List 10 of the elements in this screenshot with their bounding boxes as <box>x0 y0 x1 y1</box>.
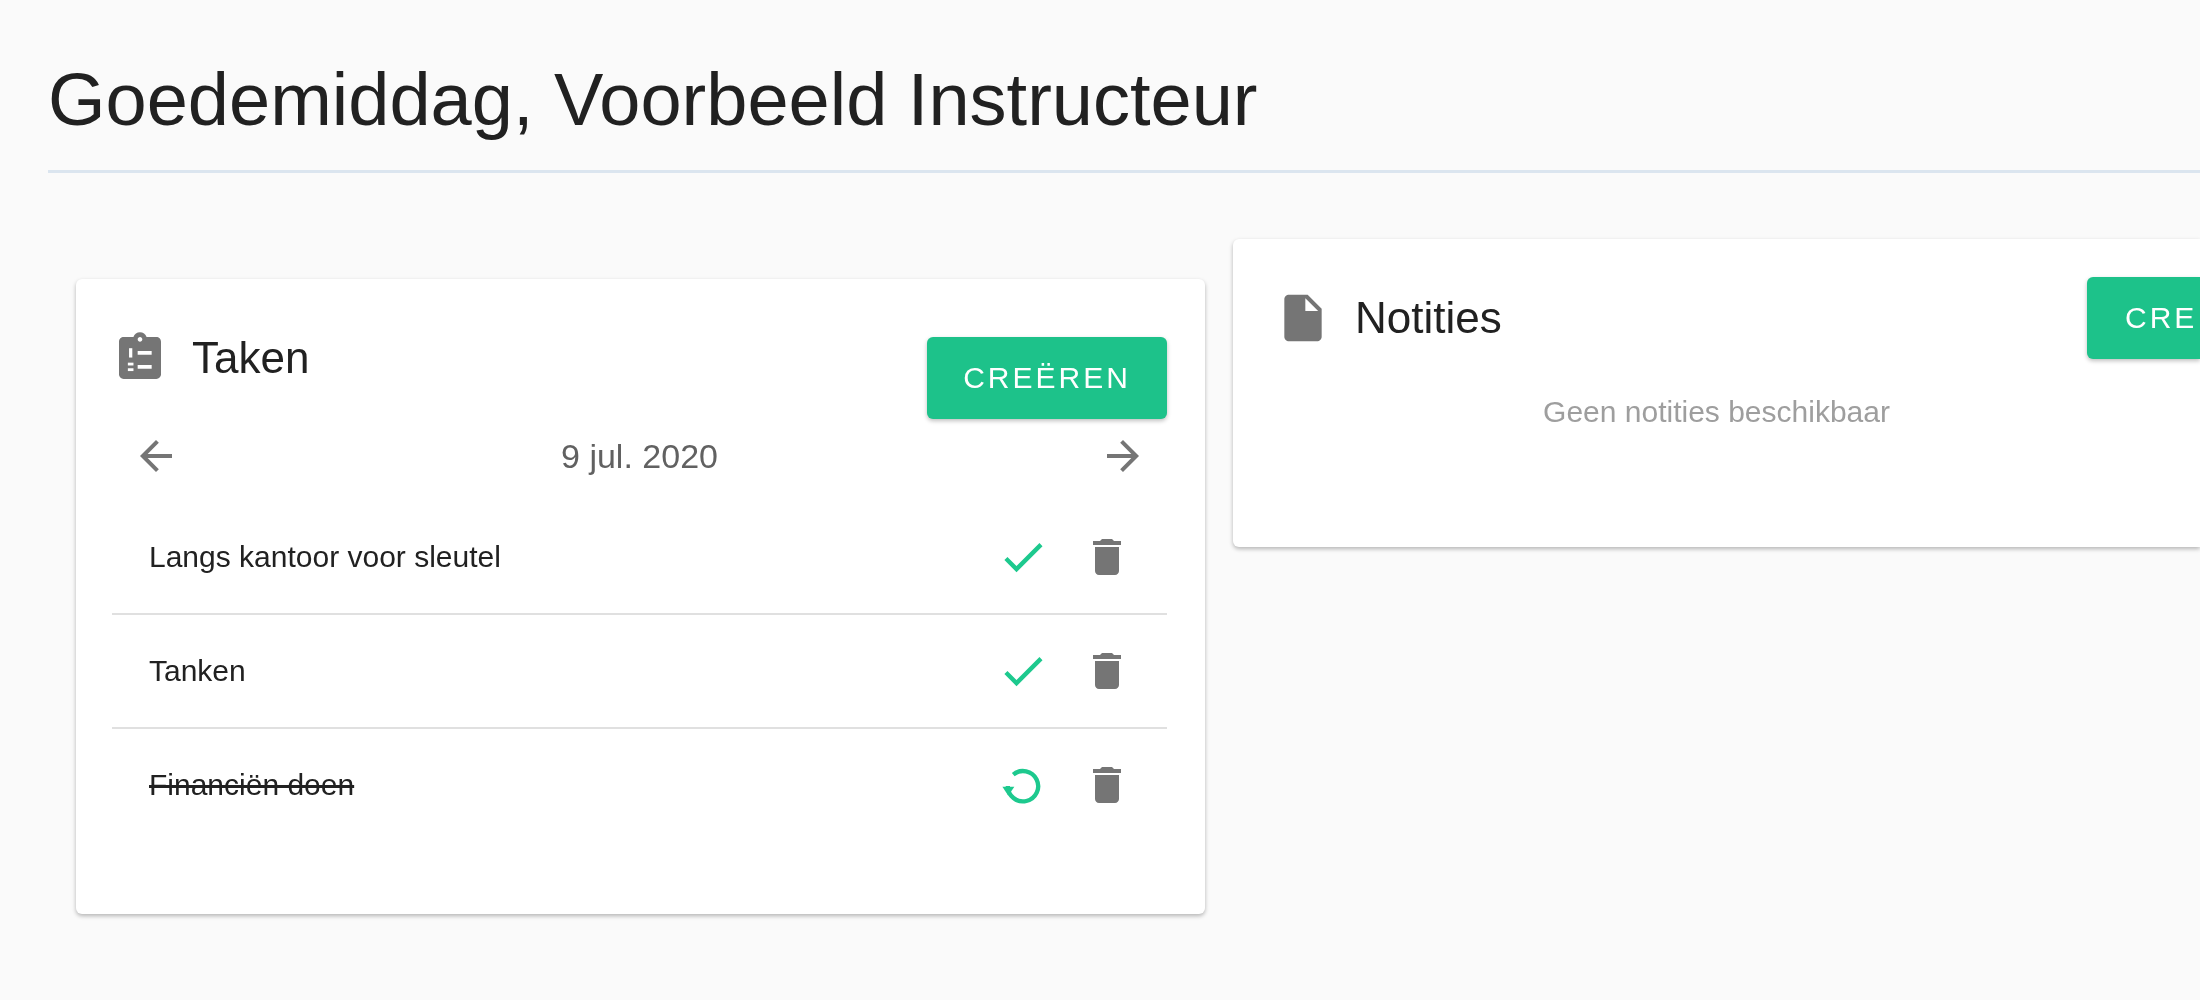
task-label: Langs kantoor voor sleutel <box>149 540 502 574</box>
create-button[interactable]: CRE <box>2087 277 2200 359</box>
greeting-heading: Goedemiddag, Voorbeeld Instructeur <box>47 57 1259 143</box>
task-label: Tanken <box>149 654 247 688</box>
create-button[interactable]: CREËREN <box>927 337 1167 419</box>
empty-message: Geen notities beschikbaar <box>1542 395 1891 429</box>
card-title: Notities <box>1355 293 1503 343</box>
task-label: Financiën doen <box>149 768 356 802</box>
card-title: Taken <box>192 333 311 383</box>
date-label: 9 jul. 2020 <box>561 436 718 476</box>
